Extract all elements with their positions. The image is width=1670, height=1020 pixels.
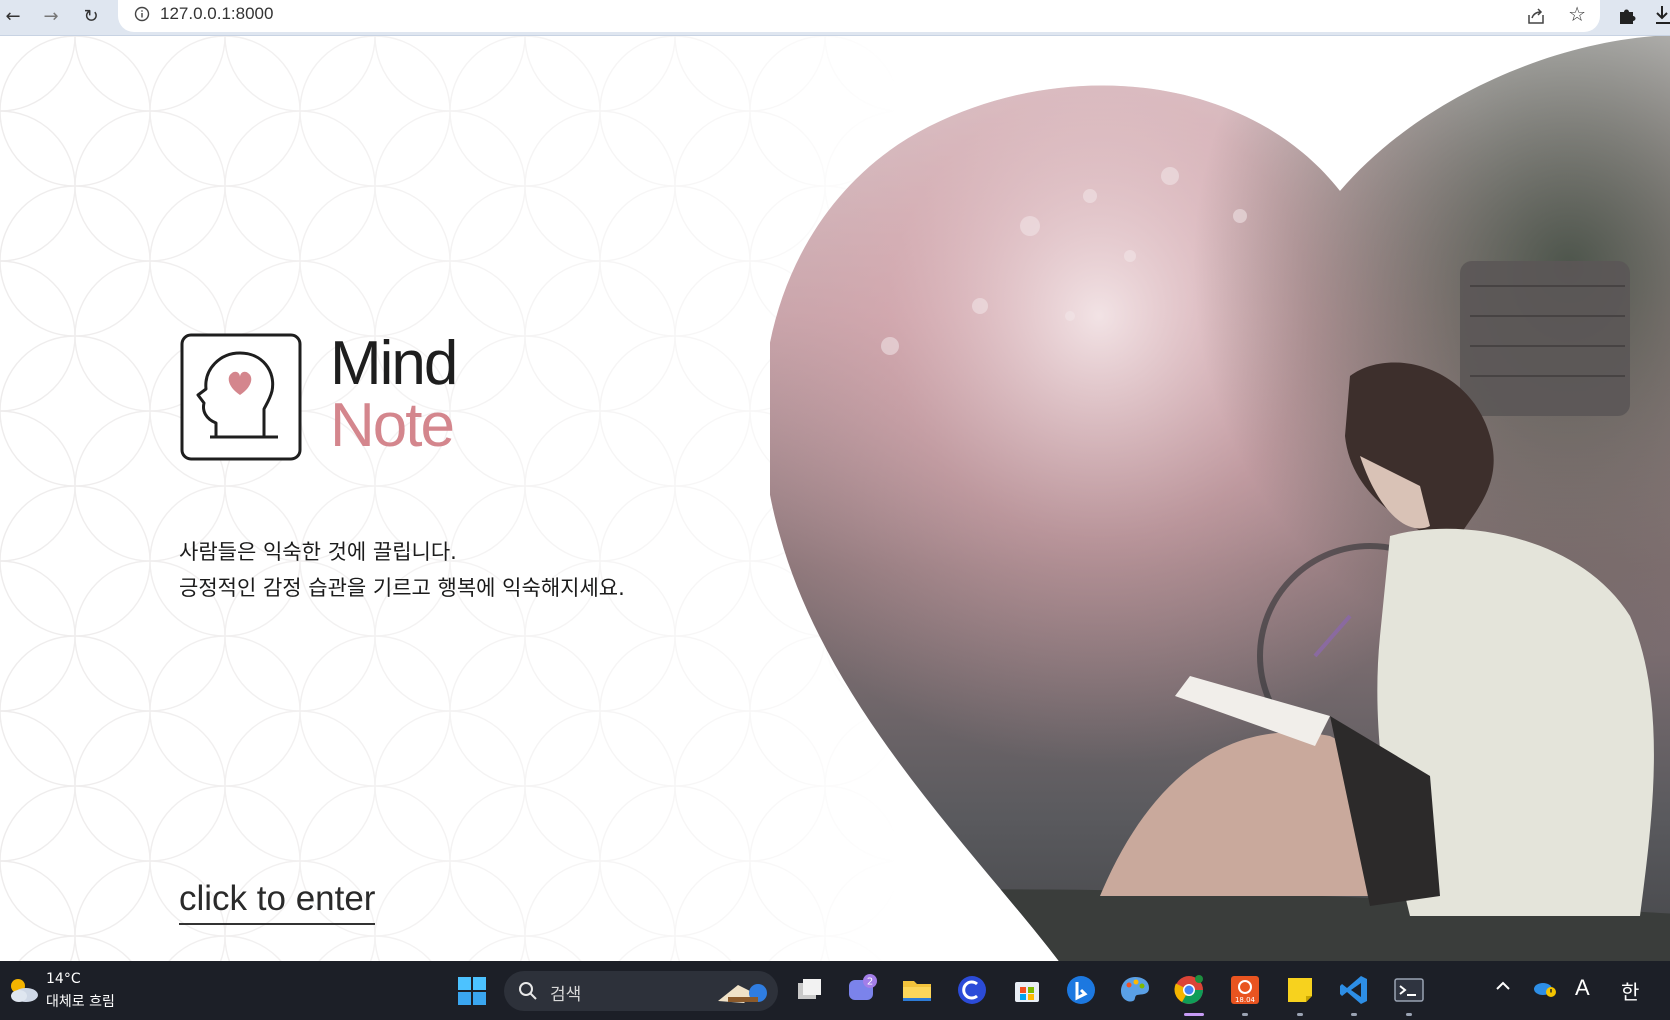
reload-icon[interactable]: ↻ — [78, 6, 104, 30]
bookmark-star-icon[interactable]: ☆ — [1568, 4, 1586, 24]
windows-start-icon[interactable] — [457, 976, 487, 1006]
vscode-icon[interactable] — [1337, 973, 1371, 1007]
chrome-active-indicator — [1184, 1013, 1204, 1016]
click-to-enter-link[interactable]: click to enter — [179, 881, 376, 925]
paint-palette-icon[interactable] — [1118, 973, 1152, 1007]
download-icon[interactable] — [1654, 4, 1670, 26]
onedrive-warning-icon[interactable] — [1533, 978, 1557, 998]
terminal-icon[interactable] — [1392, 973, 1426, 1007]
ubuntu-version-label: 18.04 — [1235, 996, 1256, 1004]
taskbar-search-box[interactable]: 검색 — [504, 971, 778, 1011]
address-bar[interactable]: 127.0.0.1:8000 ☆ — [118, 0, 1600, 32]
teams-chat-icon[interactable]: 2 — [846, 973, 880, 1007]
extensions-puzzle-icon[interactable] — [1616, 4, 1638, 26]
ime-language-indicator[interactable]: 한 — [1621, 976, 1639, 1005]
weather-cloudy-icon[interactable] — [6, 975, 40, 1005]
file-explorer-icon[interactable] — [900, 973, 934, 1007]
microsoft-store-icon[interactable] — [1010, 973, 1044, 1007]
brand-word-note: Note — [330, 391, 455, 460]
weather-temperature[interactable]: 14°C — [46, 971, 81, 987]
ubuntu-running-indicator — [1242, 1013, 1248, 1016]
chat-badge-count: 2 — [867, 977, 873, 988]
windows-taskbar: 14°C 대체로 흐림 검색 2 18.04 A 한 — [0, 961, 1670, 1020]
site-info-icon[interactable] — [134, 6, 150, 22]
sticky-running-indicator — [1297, 1013, 1303, 1016]
back-arrow-icon[interactable]: ← — [0, 6, 26, 30]
background-pattern — [0, 36, 900, 961]
task-view-icon[interactable] — [792, 973, 826, 1007]
share-icon[interactable] — [1526, 6, 1546, 26]
url-text[interactable]: 127.0.0.1:8000 — [160, 4, 273, 24]
ubuntu-app-icon[interactable]: 18.04 — [1228, 973, 1262, 1007]
search-label: 검색 — [550, 985, 582, 1005]
heart-hero-photo — [770, 36, 1670, 961]
search-icon — [519, 982, 537, 1000]
tagline-line-2: 긍정적인 감정 습관을 기르고 행복에 익숙해지세요. — [179, 576, 625, 600]
sticky-notes-icon[interactable] — [1283, 973, 1317, 1007]
mind-note-logo-icon — [180, 333, 302, 461]
search-highlight-illustration-icon — [718, 984, 767, 1003]
forward-arrow-icon[interactable]: → — [38, 6, 64, 30]
ime-mode-indicator[interactable]: A — [1575, 975, 1590, 1001]
chevron-up-icon[interactable] — [1494, 977, 1512, 995]
weather-description[interactable]: 대체로 흐림 — [46, 991, 115, 1011]
chrome-browser-icon[interactable] — [1172, 973, 1206, 1007]
blue-circle-app-icon[interactable] — [955, 973, 989, 1007]
landing-page: Mind Note 사람들은 익숙한 것에 끌립니다. 긍정적인 감정 습관을 … — [0, 36, 1670, 961]
bing-app-icon[interactable] — [1064, 973, 1098, 1007]
browser-toolbar: ← → ↻ 127.0.0.1:8000 ☆ — [0, 0, 1670, 36]
tagline-line-1: 사람들은 익숙한 것에 끌립니다. — [179, 540, 457, 564]
brand-word-mind: Mind — [330, 329, 458, 398]
terminal-running-indicator — [1406, 1013, 1412, 1016]
vscode-running-indicator — [1351, 1013, 1357, 1016]
